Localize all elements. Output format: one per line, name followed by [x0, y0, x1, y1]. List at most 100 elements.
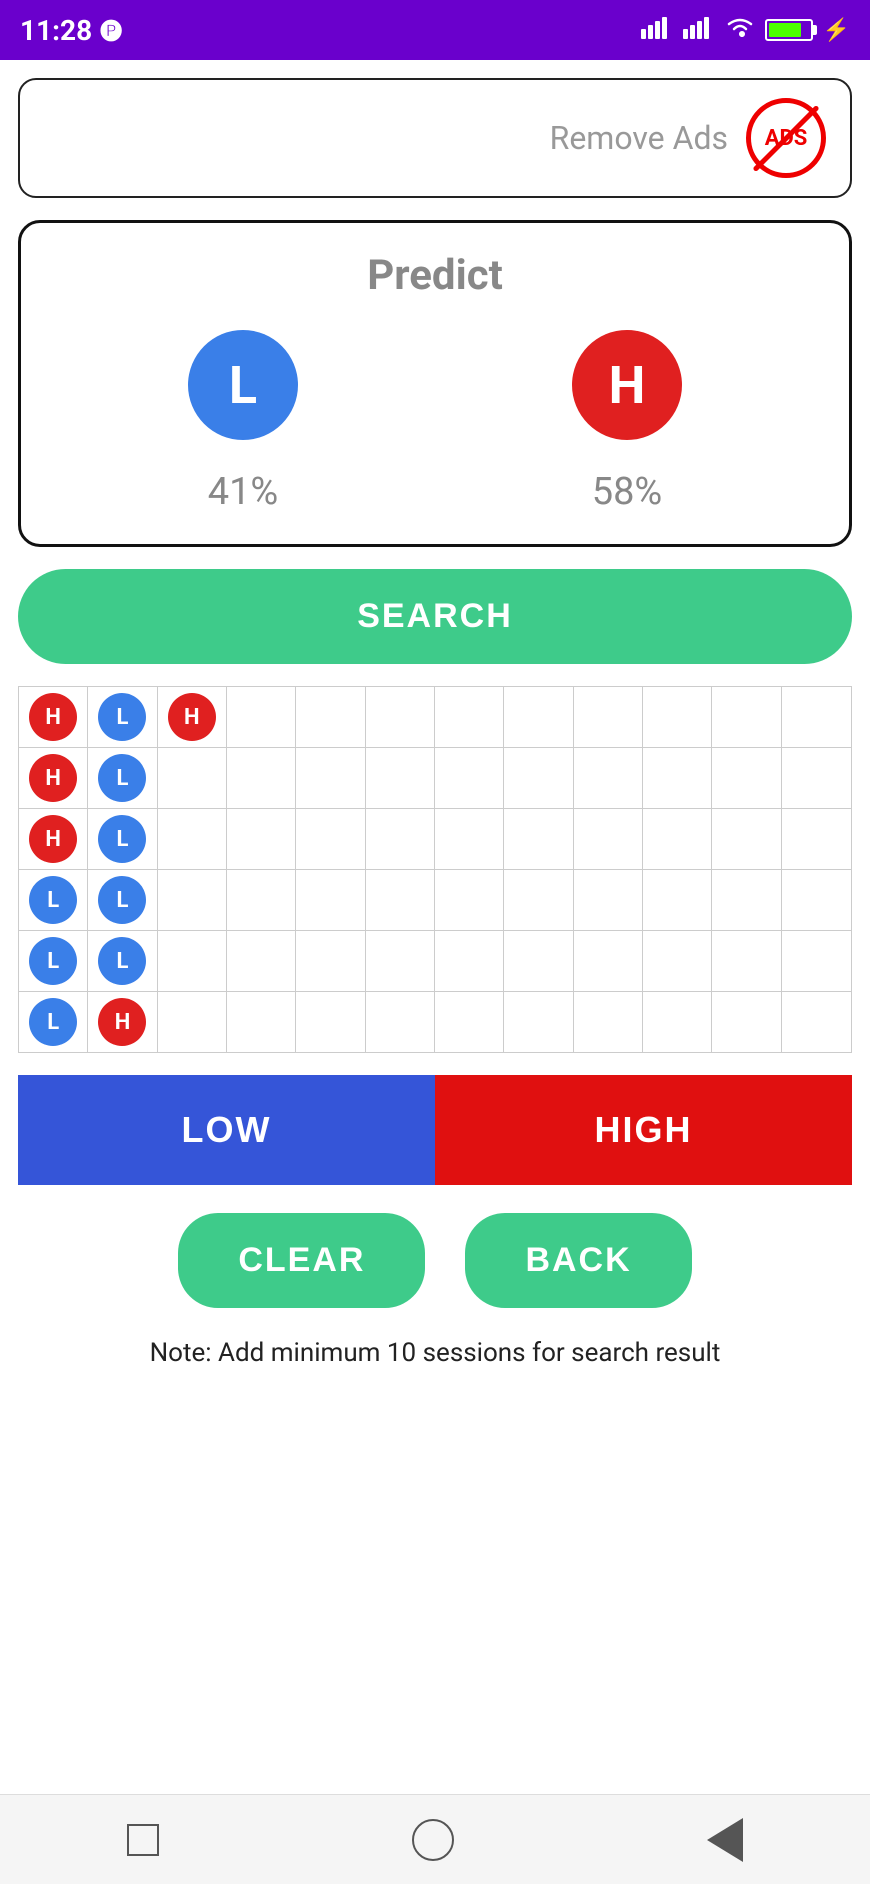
- grid-cell[interactable]: L: [19, 992, 88, 1052]
- nav-square-button[interactable]: [127, 1824, 159, 1856]
- grid-cell[interactable]: [435, 870, 504, 930]
- grid-cell[interactable]: [158, 809, 227, 869]
- grid-cell[interactable]: [227, 809, 296, 869]
- grid-cell[interactable]: L: [88, 870, 157, 930]
- grid-cell[interactable]: L: [19, 931, 88, 991]
- predict-card: Predict L H 41% 58%: [18, 220, 852, 547]
- grid-cell[interactable]: [296, 809, 365, 869]
- grid-row[interactable]: HL: [19, 748, 851, 809]
- cell-circle-low: L: [29, 937, 77, 985]
- history-grid: HLHHLHLLLLLLH: [18, 686, 852, 1053]
- grid-cell[interactable]: [643, 992, 712, 1052]
- grid-cell[interactable]: [712, 931, 781, 991]
- predict-pct-high: 58%: [592, 470, 663, 514]
- cell-circle-low: L: [98, 754, 146, 802]
- grid-cell[interactable]: [227, 687, 296, 747]
- grid-cell[interactable]: H: [88, 992, 157, 1052]
- cell-circle-low: L: [98, 693, 146, 741]
- remove-ads-banner[interactable]: Remove Ads ADS: [18, 78, 852, 198]
- grid-cell[interactable]: [712, 687, 781, 747]
- back-button[interactable]: BACK: [465, 1213, 691, 1308]
- grid-cell[interactable]: [712, 870, 781, 930]
- high-button[interactable]: HIGH: [435, 1075, 852, 1185]
- grid-cell[interactable]: [296, 931, 365, 991]
- grid-row[interactable]: LH: [19, 992, 851, 1052]
- grid-cell[interactable]: [296, 992, 365, 1052]
- nav-home-button[interactable]: [412, 1819, 454, 1861]
- grid-cell[interactable]: L: [88, 687, 157, 747]
- grid-cell[interactable]: [643, 809, 712, 869]
- grid-cell[interactable]: [504, 748, 573, 808]
- grid-cell[interactable]: [643, 931, 712, 991]
- grid-cell[interactable]: [296, 870, 365, 930]
- grid-cell[interactable]: [782, 748, 851, 808]
- grid-row[interactable]: HL: [19, 809, 851, 870]
- grid-cell[interactable]: [366, 931, 435, 991]
- grid-cell[interactable]: [227, 748, 296, 808]
- grid-cell[interactable]: L: [88, 809, 157, 869]
- grid-cell[interactable]: H: [19, 687, 88, 747]
- grid-cell[interactable]: [643, 687, 712, 747]
- grid-cell[interactable]: [227, 870, 296, 930]
- grid-cell[interactable]: [574, 687, 643, 747]
- grid-cell[interactable]: [296, 687, 365, 747]
- grid-cell[interactable]: L: [19, 870, 88, 930]
- cell-circle-low: L: [98, 876, 146, 924]
- grid-cell[interactable]: [643, 870, 712, 930]
- grid-cell[interactable]: [227, 931, 296, 991]
- grid-cell[interactable]: [504, 992, 573, 1052]
- grid-cell[interactable]: [158, 870, 227, 930]
- grid-cell[interactable]: [366, 748, 435, 808]
- grid-cell[interactable]: [158, 992, 227, 1052]
- status-bar-left: 11:28 🅟: [20, 14, 122, 47]
- action-buttons: CLEAR BACK: [18, 1213, 852, 1308]
- grid-cell[interactable]: [574, 992, 643, 1052]
- grid-cell[interactable]: [712, 992, 781, 1052]
- status-bar-right: ⚡: [641, 15, 850, 45]
- grid-cell[interactable]: [435, 809, 504, 869]
- grid-cell[interactable]: [435, 992, 504, 1052]
- grid-cell[interactable]: L: [88, 931, 157, 991]
- grid-cell[interactable]: H: [19, 748, 88, 808]
- grid-cell[interactable]: [712, 809, 781, 869]
- grid-cell[interactable]: [782, 992, 851, 1052]
- ads-badge[interactable]: ADS: [746, 98, 826, 178]
- grid-cell[interactable]: [712, 748, 781, 808]
- grid-cell[interactable]: [435, 748, 504, 808]
- grid-cell[interactable]: [366, 687, 435, 747]
- grid-cell[interactable]: H: [19, 809, 88, 869]
- grid-row[interactable]: LL: [19, 870, 851, 931]
- grid-cell[interactable]: [574, 870, 643, 930]
- grid-cell[interactable]: [227, 992, 296, 1052]
- grid-cell[interactable]: [782, 809, 851, 869]
- grid-row[interactable]: LL: [19, 931, 851, 992]
- grid-cell[interactable]: [504, 809, 573, 869]
- grid-cell[interactable]: [158, 931, 227, 991]
- search-button[interactable]: SEARCH: [18, 569, 852, 664]
- grid-cell[interactable]: [435, 687, 504, 747]
- grid-cell[interactable]: [643, 748, 712, 808]
- grid-cell[interactable]: [782, 687, 851, 747]
- grid-cell[interactable]: [504, 870, 573, 930]
- predict-pct-low: 41%: [208, 470, 279, 514]
- grid-row[interactable]: HLH: [19, 687, 851, 748]
- grid-cell[interactable]: L: [88, 748, 157, 808]
- grid-cell[interactable]: [504, 931, 573, 991]
- low-button[interactable]: LOW: [18, 1075, 435, 1185]
- grid-cell[interactable]: [366, 992, 435, 1052]
- grid-cell[interactable]: [782, 870, 851, 930]
- grid-cell[interactable]: [296, 748, 365, 808]
- grid-cell[interactable]: [574, 748, 643, 808]
- grid-cell[interactable]: [504, 687, 573, 747]
- grid-cell[interactable]: [366, 870, 435, 930]
- grid-cell[interactable]: [366, 809, 435, 869]
- clear-button[interactable]: CLEAR: [178, 1213, 425, 1308]
- battery-icon: [765, 19, 813, 41]
- grid-cell[interactable]: [574, 809, 643, 869]
- grid-cell[interactable]: [574, 931, 643, 991]
- grid-cell[interactable]: H: [158, 687, 227, 747]
- grid-cell[interactable]: [782, 931, 851, 991]
- grid-cell[interactable]: [158, 748, 227, 808]
- nav-back-button[interactable]: [707, 1818, 743, 1862]
- grid-cell[interactable]: [435, 931, 504, 991]
